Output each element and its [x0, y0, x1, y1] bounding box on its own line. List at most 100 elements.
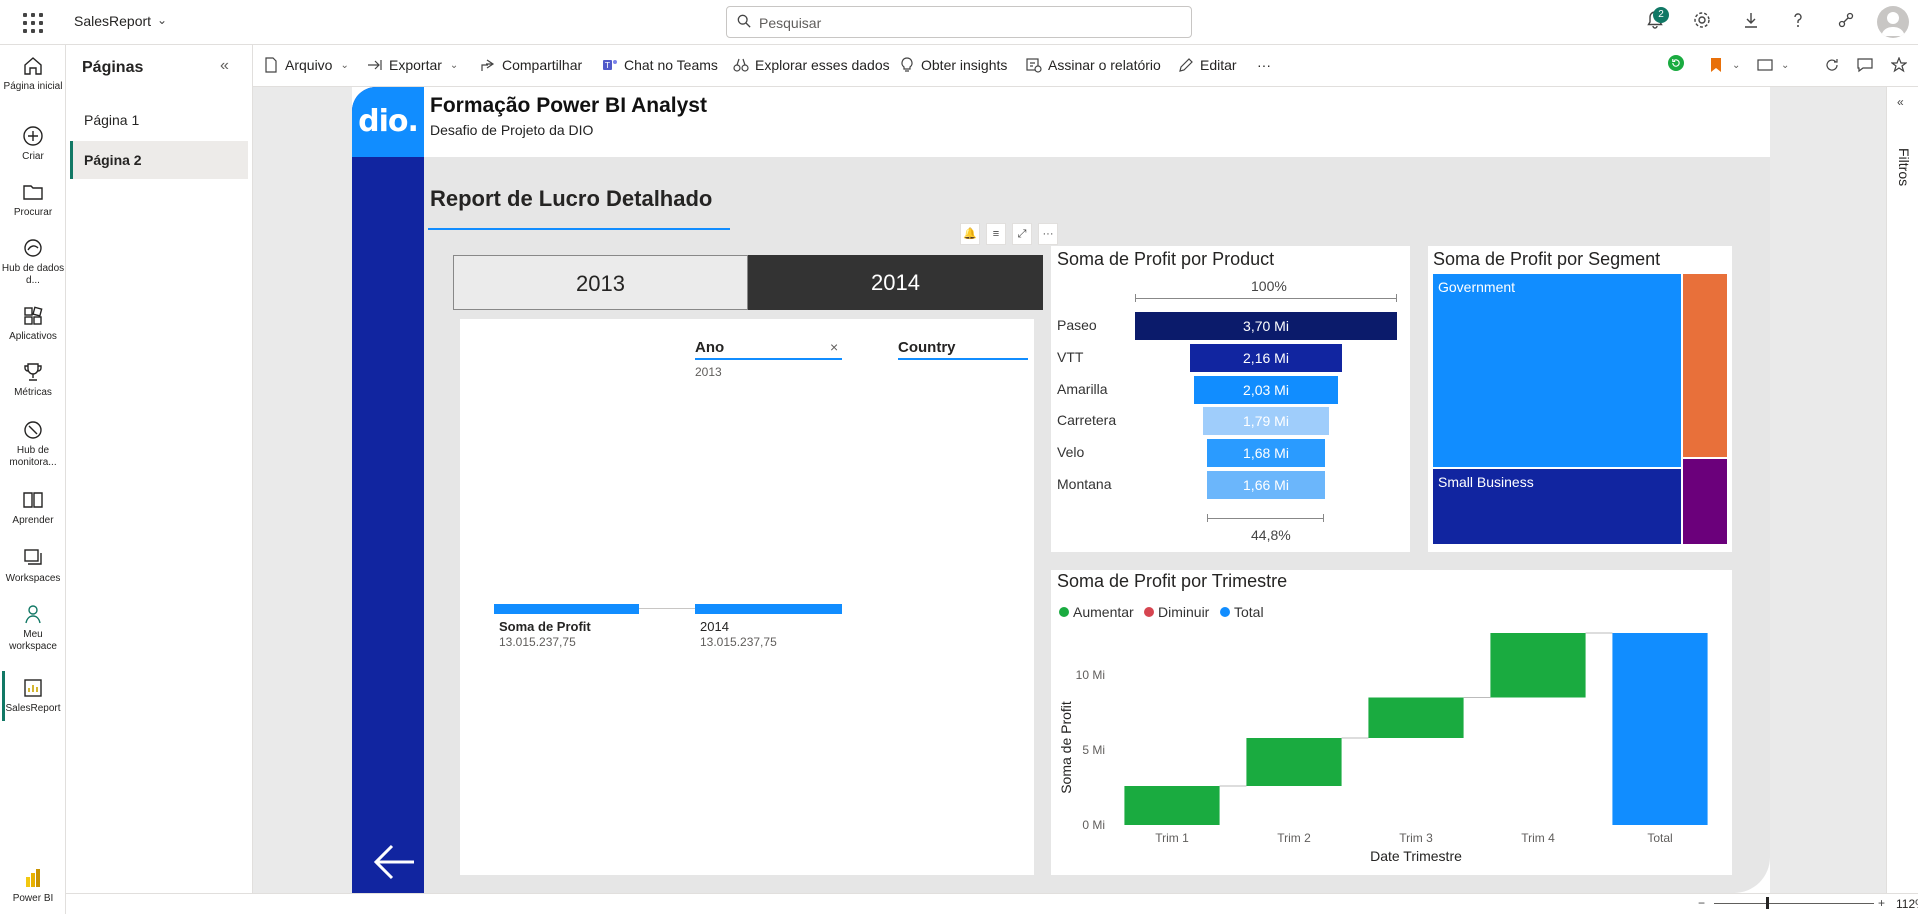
back-arrow-icon[interactable] — [372, 840, 416, 884]
view-button[interactable]: ⌄ — [1757, 57, 1789, 73]
treemap-tile[interactable]: Small Business — [1433, 469, 1681, 544]
zoom-slider-track[interactable] — [1714, 903, 1874, 904]
nav-metrics-label: Métricas — [14, 387, 52, 398]
funnel-top-percent: 100% — [1251, 278, 1287, 294]
page-item-2[interactable]: Página 2 — [70, 141, 248, 179]
plus-circle-icon — [23, 126, 43, 146]
waterfall-bar[interactable] — [1612, 633, 1708, 825]
report-side-band — [352, 87, 424, 893]
year-slicer-2014[interactable]: 2014 — [748, 255, 1043, 310]
workspaces-icon — [24, 549, 42, 565]
share-button[interactable]: Compartilhar — [480, 57, 582, 73]
x-tick-label: Trim 4 — [1521, 831, 1555, 845]
more-options-button[interactable]: ··· — [1257, 57, 1271, 73]
report-icon — [24, 679, 42, 697]
waterfall-bar[interactable] — [1490, 633, 1586, 698]
nav-salesreport[interactable]: SalesReport — [0, 677, 66, 715]
funnel-bottom-rule-tick — [1207, 514, 1208, 522]
nav-learn[interactable]: Aprender — [0, 489, 66, 527]
subscribe-icon — [1026, 58, 1042, 73]
report-title: Formação Power BI Analyst — [430, 94, 707, 117]
year-slicer-2013[interactable]: 2013 — [453, 255, 748, 310]
nav-my-workspace[interactable]: Meu workspace — [0, 603, 66, 653]
help-icon[interactable] — [1786, 10, 1810, 34]
avatar[interactable] — [1877, 6, 1909, 38]
pages-panel: Páginas « Página 1 Página 2 — [66, 45, 253, 914]
favorite-star-icon[interactable] — [1891, 57, 1907, 73]
funnel-bottom-rule-tick — [1323, 514, 1324, 522]
nav-monitoring-hub[interactable]: Hub de monitora... — [0, 419, 66, 469]
nav-home[interactable]: Página inicial — [0, 55, 66, 93]
subscribe-button[interactable]: Assinar o relatório — [1026, 57, 1161, 73]
focus-mode-icon[interactable]: ⤢ — [1012, 223, 1032, 245]
decomp-node-bar[interactable] — [695, 604, 842, 614]
treemap-tile[interactable] — [1682, 458, 1727, 544]
share-label: Compartilhar — [502, 57, 583, 73]
funnel-value-label: 2,16 Mi — [1243, 349, 1289, 366]
binoculars-icon — [733, 58, 749, 72]
filter-icon[interactable]: ≡ — [986, 223, 1006, 245]
refresh-visuals-icon[interactable] — [1668, 55, 1684, 71]
zoom-slider-thumb[interactable] — [1766, 897, 1769, 909]
decomp-next-level-header[interactable]: Country — [898, 339, 956, 356]
decomp-level-header[interactable]: Ano — [695, 339, 724, 356]
page-item-1[interactable]: Página 1 — [70, 101, 248, 139]
waterfall-bar[interactable] — [1124, 786, 1220, 825]
decomp-node-name: 2014 — [700, 619, 729, 634]
nav-create[interactable]: Criar — [0, 125, 66, 163]
apps-icon — [24, 306, 43, 325]
app-name[interactable]: SalesReport — [74, 13, 151, 29]
share-icon[interactable] — [1834, 10, 1858, 34]
file-menu-button[interactable]: Arquivo ⌄ — [263, 57, 349, 73]
funnel-value-label: 1,79 Mi — [1243, 413, 1289, 430]
bookmark-button[interactable]: ⌄ — [1708, 57, 1740, 73]
waterfall-bar[interactable] — [1368, 697, 1464, 739]
chevron-down-icon[interactable]: ⌄ — [157, 13, 167, 27]
nav-apps[interactable]: Aplicativos — [0, 305, 66, 343]
funnel-category-label: Carretera — [1057, 412, 1117, 429]
waterfall-bar[interactable] — [1246, 738, 1342, 786]
nav-browse-label: Procurar — [13, 207, 53, 218]
zoom-out-icon[interactable]: − — [1698, 896, 1705, 910]
collapse-icon[interactable]: « — [220, 57, 229, 75]
explore-data-button[interactable]: Explorar esses dados — [733, 57, 890, 73]
nav-metrics[interactable]: Métricas — [0, 361, 66, 399]
visual-header: 🔔 ≡ ⤢ ··· — [960, 223, 1058, 245]
nav-workspaces[interactable]: Workspaces — [0, 547, 66, 585]
more-options-icon[interactable]: ··· — [1038, 223, 1058, 245]
filters-label[interactable]: Filtros — [1896, 148, 1912, 186]
filters-pane[interactable]: « — [1886, 87, 1918, 893]
nav-apps-label: Aplicativos — [9, 331, 57, 342]
view-icon — [1757, 59, 1773, 71]
report-subtitle: Desafio de Projeto da DIO — [430, 122, 594, 138]
decomp-next-level-underline — [898, 358, 1028, 360]
refresh-icon[interactable] — [1824, 57, 1840, 73]
gear-icon[interactable] — [1690, 10, 1714, 34]
download-icon[interactable] — [1739, 10, 1763, 34]
close-icon[interactable]: × — [830, 339, 838, 355]
decomp-root-bar[interactable] — [494, 604, 639, 614]
export-menu-button[interactable]: Exportar ⌄ — [367, 57, 458, 73]
y-tick-label: 0 Mi — [1082, 818, 1105, 832]
app-launcher-icon[interactable] — [22, 12, 44, 34]
lightbulb-icon — [901, 57, 913, 72]
insights-button[interactable]: Obter insights — [899, 57, 1007, 73]
power-bi-brand[interactable]: Power BI — [0, 867, 66, 905]
search-box[interactable]: Pesquisar — [726, 6, 1192, 38]
decomposition-tree: Ano × 2013 Country Soma de Profit 13.015… — [460, 319, 1034, 875]
treemap-tile[interactable] — [1682, 274, 1727, 457]
comment-icon[interactable] — [1857, 57, 1873, 73]
edit-button[interactable]: Editar — [1178, 57, 1237, 73]
chevron-down-icon: ⌄ — [449, 59, 459, 71]
teams-chat-button[interactable]: T Chat no Teams — [602, 57, 718, 73]
nav-browse[interactable]: Procurar — [0, 181, 66, 219]
expand-filters-icon[interactable]: « — [1897, 95, 1904, 109]
treemap-tile[interactable]: Government — [1433, 274, 1681, 468]
treemap-tile-label: Small Business — [1438, 474, 1534, 491]
search-input[interactable]: Pesquisar — [759, 15, 821, 31]
nav-monitoring-hub-label: Hub de monitora... — [9, 445, 57, 468]
bell-icon[interactable]: 🔔 — [960, 223, 980, 245]
nav-data-hub[interactable]: Hub de dados d... — [0, 237, 66, 287]
zoom-in-icon[interactable]: + — [1878, 896, 1885, 910]
data-hub-icon — [24, 239, 42, 257]
